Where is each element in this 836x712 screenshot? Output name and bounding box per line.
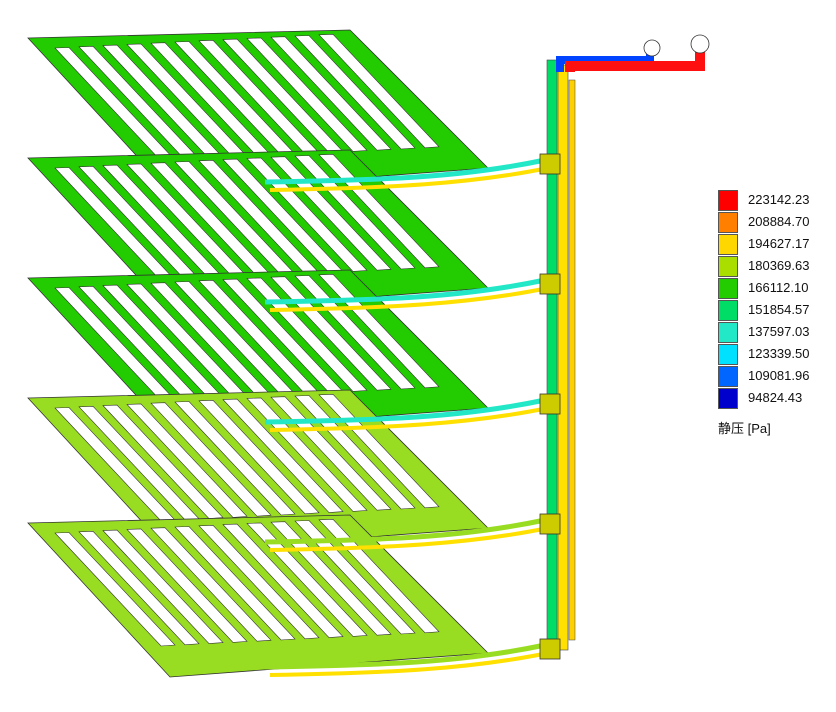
connector-fitting [539,153,561,175]
legend-swatch [718,278,738,299]
legend-entry: 208884.70 [718,212,828,234]
legend-value: 109081.96 [748,368,810,383]
outlet-port [690,34,710,54]
cfd-model-viewport[interactable] [0,0,836,712]
legend-swatch [718,344,738,365]
legend-value: 194627.17 [748,236,810,251]
legend-entry: 194627.17 [718,234,828,256]
legend-entry: 123339.50 [718,344,828,366]
legend-value: 137597.03 [748,324,810,339]
legend-entry: 223142.23 [718,190,828,212]
legend-swatch [718,322,738,343]
connector-fitting [539,393,561,415]
legend-value: 166112.10 [748,280,809,295]
legend-value: 180369.63 [748,258,810,273]
legend-title: 静压 [Pa] [718,421,771,436]
connector-fitting [539,638,561,660]
legend-entry: 137597.03 [718,322,828,344]
riser-pipe-outer [546,59,558,651]
legend-entry: 151854.57 [718,300,828,322]
riser-pipe-core [568,79,576,641]
legend-value: 223142.23 [748,192,810,207]
legend-swatch [718,190,738,211]
connector-fitting [539,273,561,295]
manifold-pipes [546,34,710,651]
legend-entry: 180369.63 [718,256,828,278]
legend-swatch [718,366,738,387]
cooling-plates [27,29,489,678]
legend-swatch [718,300,738,321]
legend-value: 94824.43 [748,390,803,405]
legend-swatch [718,388,738,409]
riser-pipe-inner [557,64,569,651]
legend-entry: 166112.10 [718,278,828,300]
inlet-port [643,39,661,57]
legend-value: 208884.70 [748,214,810,229]
legend-swatch [718,256,738,277]
connector-fitting [539,513,561,535]
legend-swatch [718,234,738,255]
legend-value: 151854.57 [748,302,810,317]
legend-swatch [718,212,738,233]
legend-entry: 109081.96 [718,366,828,388]
legend-value: 123339.50 [748,346,810,361]
legend-entry: 94824.43 [718,388,828,410]
